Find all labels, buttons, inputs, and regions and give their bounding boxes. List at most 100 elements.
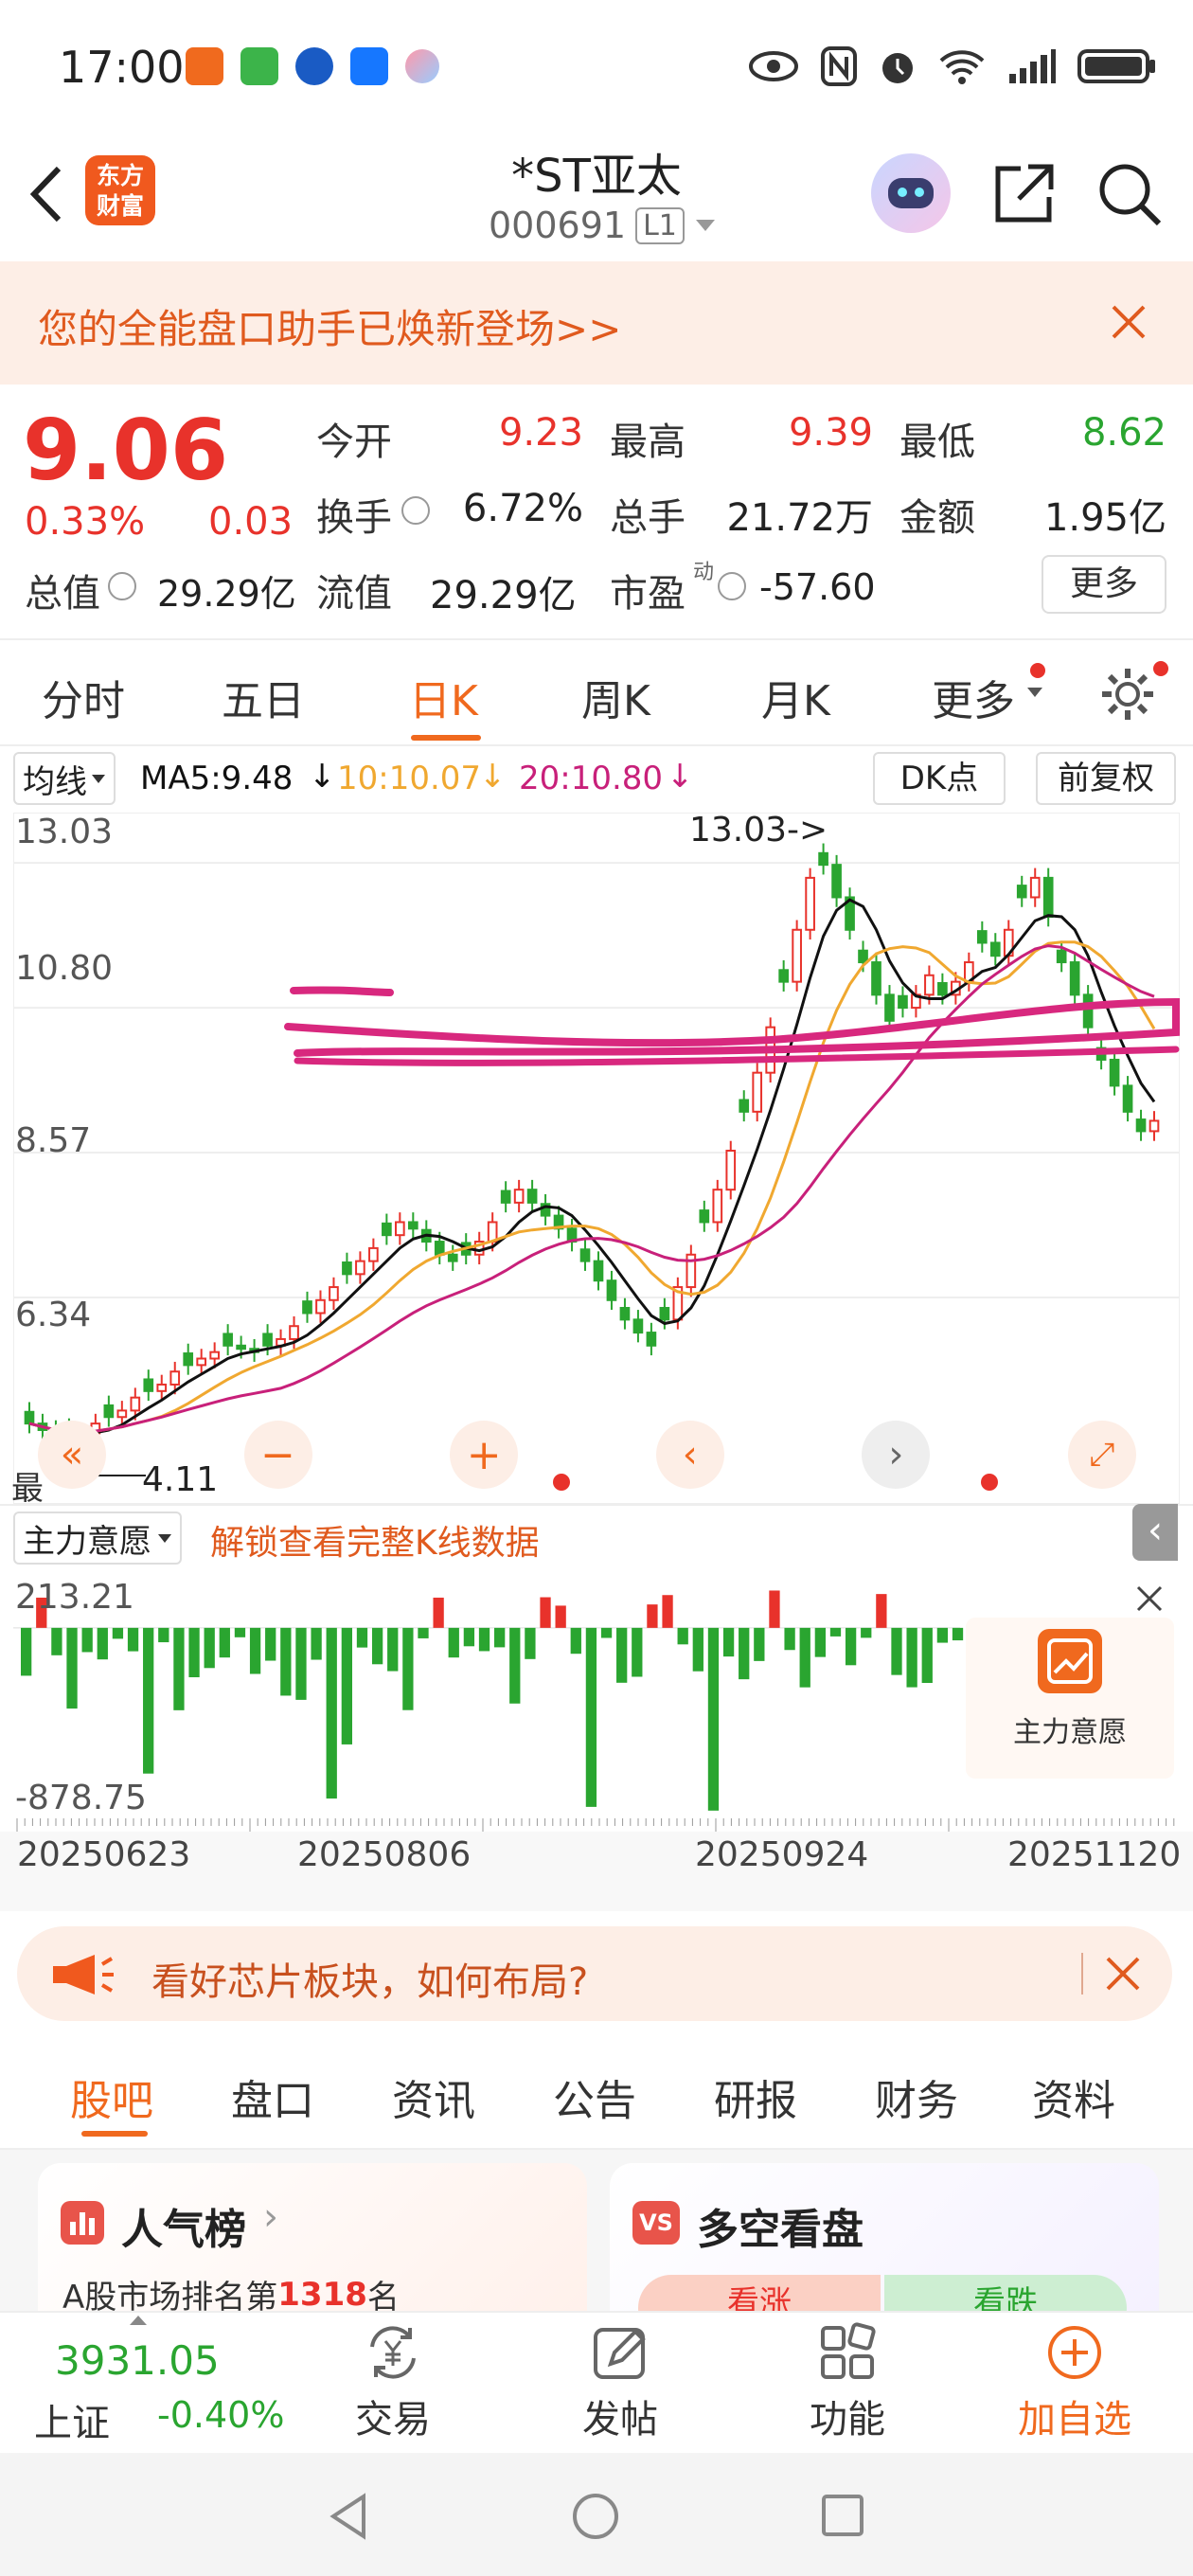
- candle-body: [382, 1222, 392, 1237]
- candle-body: [1122, 1084, 1133, 1113]
- candle-body: [579, 1248, 591, 1262]
- tab-announcements[interactable]: 公告: [553, 2066, 636, 2127]
- close-icon[interactable]: [1108, 301, 1149, 343]
- candle-body: [315, 1298, 326, 1315]
- open-label: 今开: [316, 420, 392, 464]
- post-button[interactable]: 发帖: [559, 2313, 682, 2455]
- gear-icon[interactable]: [1098, 665, 1157, 724]
- candle-body: [526, 1189, 538, 1204]
- bull-label: 看涨: [727, 2284, 792, 2311]
- indicator-bar: [97, 1627, 108, 1660]
- tab-research[interactable]: 研报: [714, 2066, 797, 2127]
- zoom-out-icon[interactable]: −: [243, 1421, 312, 1489]
- open-value: 9.23: [498, 411, 583, 455]
- back-arrow-icon[interactable]: [23, 161, 70, 227]
- rewind-icon[interactable]: «: [38, 1421, 106, 1489]
- info-icon[interactable]: [401, 496, 430, 525]
- add-watchlist-button[interactable]: 加自选: [1004, 2313, 1146, 2455]
- close-icon[interactable]: [1134, 1583, 1165, 1614]
- candle-body: [632, 1318, 644, 1334]
- popularity-card[interactable]: 人气榜 › A股市场排名第 1318 名: [38, 2163, 587, 2311]
- kline-chart[interactable]: [13, 813, 1180, 1504]
- zoom-in-icon[interactable]: +: [450, 1421, 519, 1489]
- dk-point-button[interactable]: DK点: [873, 752, 1006, 805]
- tab-forum[interactable]: 股吧: [70, 2066, 153, 2127]
- indicator-bar: [891, 1627, 902, 1675]
- indicator-bar: [448, 1627, 459, 1658]
- info-icon[interactable]: [718, 572, 746, 600]
- ad-text: 看好芯片板块，如何布局?: [151, 1960, 589, 2004]
- x-tick: 20250806: [297, 1835, 472, 1874]
- bull-bear-card[interactable]: VS 多空看盘 看涨 看跌: [610, 2163, 1159, 2311]
- adjust-button[interactable]: 前复权: [1036, 752, 1176, 805]
- stock-code-row[interactable]: 000691 L1: [489, 205, 717, 246]
- back-triangle-icon[interactable]: [326, 2491, 371, 2542]
- candle-body: [659, 1307, 670, 1321]
- ma20-label: 20:10.80: [519, 760, 664, 797]
- recents-square-icon[interactable]: [820, 2493, 865, 2538]
- next-icon[interactable]: ›: [862, 1421, 931, 1489]
- add-watchlist-label: 加自选: [1018, 2398, 1131, 2442]
- tab-news[interactable]: 资讯: [392, 2066, 475, 2127]
- indicator-bar: [906, 1627, 917, 1688]
- high-label: 最高: [610, 420, 686, 464]
- plus-circle-icon: [1048, 2326, 1101, 2379]
- indicator-bar: [707, 1627, 720, 1811]
- ma-selector[interactable]: 均线: [13, 752, 116, 805]
- tab-profile[interactable]: 资料: [1032, 2066, 1115, 2127]
- trade-button[interactable]: 交易: [331, 2313, 454, 2455]
- close-icon[interactable]: [1104, 1955, 1142, 1993]
- candle-body: [818, 851, 828, 867]
- collapse-tab-icon[interactable]: ‹: [1132, 1504, 1178, 1561]
- tab-orderbook[interactable]: 盘口: [231, 2066, 314, 2127]
- vs-icon: VS: [632, 2201, 680, 2245]
- indicator-bar: [769, 1590, 780, 1628]
- status-bar: 17:00: [0, 0, 1193, 133]
- functions-button[interactable]: 功能: [786, 2313, 909, 2455]
- index-name: 上证: [34, 2402, 110, 2445]
- bull-button[interactable]: 看涨: [638, 2275, 881, 2311]
- bull-bear-title: 多空看盘: [697, 2206, 864, 2254]
- stock-code: 000691: [489, 205, 627, 246]
- fullscreen-icon[interactable]: ⤢: [1067, 1421, 1136, 1489]
- search-icon[interactable]: [1096, 161, 1165, 229]
- tab-intraday[interactable]: 分时: [42, 667, 125, 727]
- home-circle-icon[interactable]: [570, 2491, 621, 2542]
- info-icon[interactable]: [108, 572, 136, 600]
- adjust-label: 前复权: [1058, 760, 1154, 797]
- tab-more[interactable]: 更多: [932, 667, 1015, 727]
- index-ticker[interactable]: 3931.05 上证 -0.40%: [0, 2313, 284, 2455]
- candle-body: [792, 928, 802, 983]
- unlock-link[interactable]: 解锁查看完整K线数据: [210, 1515, 540, 1565]
- share-icon[interactable]: [990, 161, 1057, 227]
- arrow-down-icon: ↓: [309, 758, 336, 796]
- indicator-badge[interactable]: 主力意愿: [966, 1618, 1174, 1779]
- tab-five-day[interactable]: 五日: [222, 667, 305, 727]
- candle-body: [143, 1378, 154, 1392]
- candle-body: [699, 1209, 710, 1224]
- tab-monthly-k[interactable]: 月K: [761, 667, 830, 727]
- ad-banner[interactable]: 看好芯片板块，如何布局?: [17, 1926, 1172, 2021]
- mktcap-label: 总值: [25, 572, 100, 616]
- indicator-bar: [66, 1627, 78, 1709]
- turnover-label: 换手: [316, 496, 392, 540]
- candle-body: [712, 1189, 723, 1224]
- high-value: 9.39: [788, 411, 873, 455]
- indicator-selector[interactable]: 主力意愿: [13, 1512, 182, 1565]
- tab-weekly-k[interactable]: 周K: [581, 667, 650, 727]
- indicator-bar: [51, 1627, 62, 1655]
- ai-assistant-icon[interactable]: [871, 153, 951, 233]
- caret-down-icon: [92, 775, 105, 783]
- more-button[interactable]: 更多: [1042, 555, 1166, 614]
- promo-banner[interactable]: 您的全能盘口助手已焕新登场>>: [0, 261, 1193, 385]
- indicator-bar: [418, 1627, 429, 1638]
- pe-value: -57.60: [759, 566, 876, 608]
- tab-finance[interactable]: 财务: [875, 2066, 958, 2127]
- indicator-bar: [249, 1627, 261, 1674]
- y-tick: 10.80: [15, 949, 114, 988]
- bear-button[interactable]: 看跌: [884, 2275, 1127, 2311]
- prev-icon[interactable]: ‹: [655, 1421, 724, 1489]
- tab-daily-k[interactable]: 日K: [409, 667, 478, 727]
- candle-body: [1148, 1119, 1160, 1133]
- candle-body: [1042, 876, 1054, 919]
